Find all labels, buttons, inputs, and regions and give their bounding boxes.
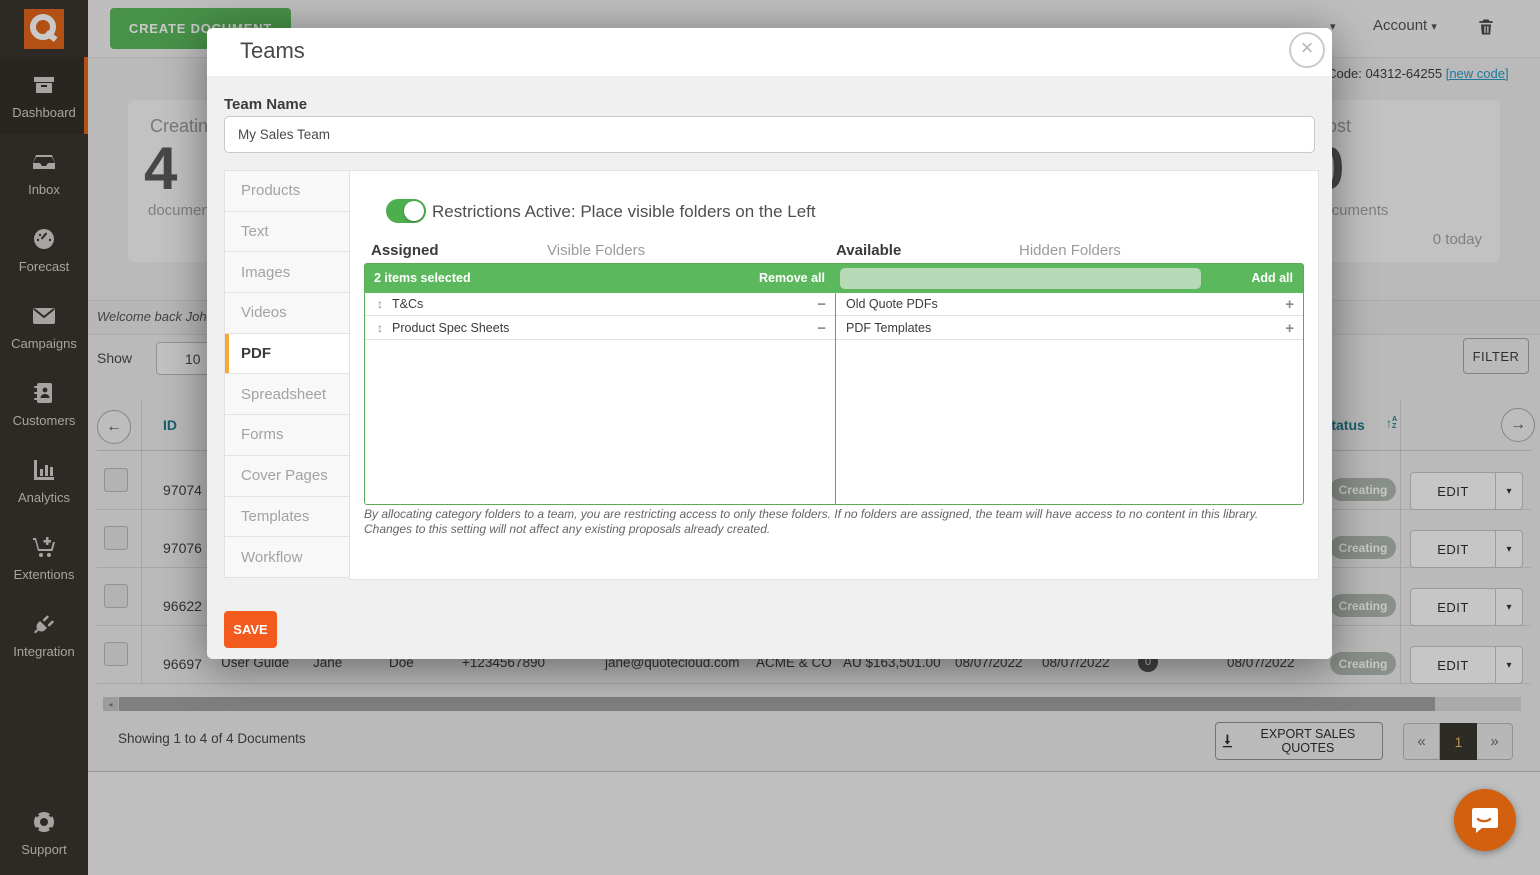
chat-launcher-button[interactable] [1454, 789, 1516, 851]
modal-tab-list: Products Text Images Videos PDF Spreadsh… [224, 170, 351, 578]
team-name-input[interactable] [224, 116, 1315, 153]
remove-item-icon[interactable]: − [817, 320, 826, 337]
folder-picker: 2 items selected Remove all Add all ↕ T&… [364, 263, 1304, 505]
assigned-folder-row[interactable]: ↕ Product Spec Sheets − [365, 317, 835, 340]
close-icon[interactable]: × [1289, 32, 1325, 68]
restrictions-toggle-label: Restrictions Active: Place visible folde… [432, 202, 816, 222]
tab-templates[interactable]: Templates [225, 497, 350, 538]
assigned-folder-row[interactable]: ↕ T&Cs − [365, 293, 835, 316]
pdf-tab-panel: Restrictions Active: Place visible folde… [349, 170, 1319, 580]
chat-bubble-icon [1470, 805, 1500, 835]
add-all-button[interactable]: Add all [1251, 271, 1293, 285]
selected-count: 2 items selected [374, 271, 471, 285]
hidden-folders-header: Hidden Folders [1019, 242, 1121, 259]
available-folder-row[interactable]: Old Quote PDFs + [836, 293, 1303, 316]
save-button[interactable]: SAVE [224, 611, 277, 648]
toggle-knob [404, 201, 424, 221]
tab-forms[interactable]: Forms [225, 415, 350, 456]
team-name-label: Team Name [224, 96, 307, 113]
folder-label: T&Cs [392, 297, 423, 311]
tab-products[interactable]: Products [225, 171, 350, 212]
teams-modal: Teams × Team Name Products Text Images V… [207, 28, 1332, 659]
tab-cover-pages[interactable]: Cover Pages [225, 456, 350, 497]
restrictions-toggle[interactable] [386, 199, 426, 223]
tab-workflow[interactable]: Workflow [225, 537, 350, 577]
modal-header: Teams × [207, 28, 1332, 77]
assigned-header: Assigned [371, 242, 439, 259]
folder-label: Product Spec Sheets [392, 321, 509, 335]
available-header: Available [836, 242, 901, 259]
remove-all-button[interactable]: Remove all [759, 271, 825, 285]
available-folder-row[interactable]: PDF Templates + [836, 317, 1303, 340]
modal-body: Team Name Products Text Images Videos PD… [207, 76, 1332, 659]
tab-images[interactable]: Images [225, 252, 350, 293]
tab-text[interactable]: Text [225, 212, 350, 253]
add-item-icon[interactable]: + [1285, 296, 1294, 313]
add-item-icon[interactable]: + [1285, 320, 1294, 337]
drag-handle-icon[interactable]: ↕ [377, 321, 383, 335]
drag-handle-icon[interactable]: ↕ [377, 297, 383, 311]
tab-spreadsheet[interactable]: Spreadsheet [225, 374, 350, 415]
modal-title: Teams [240, 38, 305, 64]
folder-search-input[interactable] [840, 268, 1201, 289]
restrictions-footnote: By allocating category folders to a team… [364, 507, 1296, 536]
app-screen: CREATE DOCUMENT ▾ Account ▾ Support Code… [0, 0, 1540, 875]
remove-item-icon[interactable]: − [817, 296, 826, 313]
visible-folders-header: Visible Folders [547, 242, 645, 259]
tab-videos[interactable]: Videos [225, 293, 350, 334]
tab-pdf[interactable]: PDF [225, 334, 350, 375]
folder-label: PDF Templates [846, 321, 931, 335]
picker-header: 2 items selected Remove all Add all [365, 264, 1303, 293]
folder-label: Old Quote PDFs [846, 297, 938, 311]
